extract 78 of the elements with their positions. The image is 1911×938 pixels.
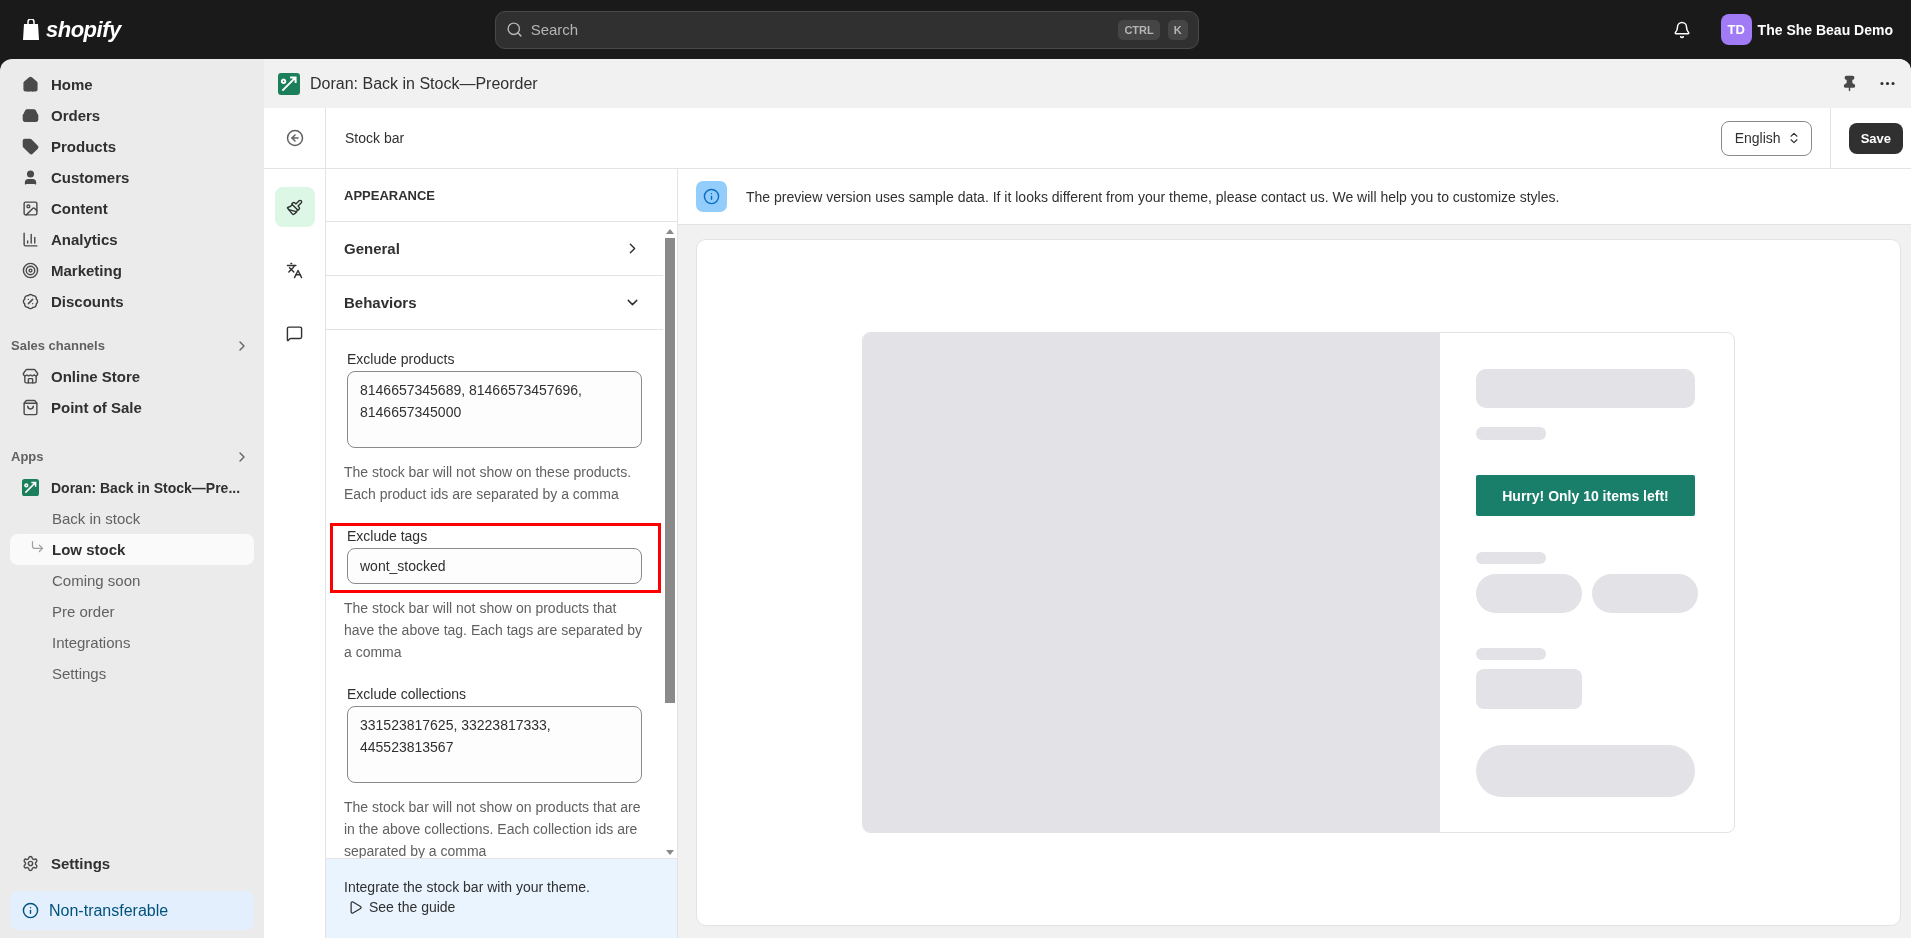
page-title: Stock bar [345, 130, 405, 146]
guide-link[interactable]: See the guide [348, 899, 659, 915]
sidebar-subitem[interactable]: Coming soon [10, 565, 254, 596]
home-icon [22, 76, 39, 93]
app-title: Doran: Back in Stock—Preorder [310, 74, 538, 93]
section-title[interactable]: Apps [11, 449, 44, 464]
bar-chart-icon [22, 231, 39, 248]
panel-heading: APPEARANCE [326, 169, 677, 222]
sidebar-item[interactable]: Online Store [10, 361, 254, 392]
language-select[interactable]: English [1720, 120, 1812, 156]
save-button[interactable]: Save [1848, 122, 1903, 154]
scroll-down-icon[interactable] [666, 850, 674, 856]
search-placeholder: Search [530, 21, 580, 38]
image-icon [22, 200, 39, 217]
store-icon [22, 368, 39, 385]
accordion-header[interactable]: General [326, 222, 663, 276]
tree-connector-icon [30, 539, 45, 554]
field-label: Exclude collections [347, 686, 468, 702]
sidebar-item[interactable]: Orders [10, 100, 254, 131]
tag-icon [22, 138, 39, 155]
field-label: Exclude products [347, 351, 456, 367]
bell-icon[interactable] [1672, 20, 1691, 39]
sidebar-item[interactable]: Doran: Back in Stock—Pre... [10, 472, 254, 503]
bag-logo-icon [22, 18, 40, 41]
app-logo-icon [22, 479, 39, 496]
help-text: The stock bar will not show on products that have the above tag. Each tags are separated by a comma [344, 599, 644, 662]
input-field[interactable]: wont_stocked [347, 548, 642, 584]
notice-text: Non-transferable [49, 901, 169, 920]
info-icon [696, 181, 727, 212]
sidebar-item[interactable]: Discounts [10, 286, 254, 317]
sidebar-item[interactable]: Content [10, 193, 254, 224]
stock-bar-button[interactable]: Hurry! Only 10 items left! [1476, 475, 1695, 516]
sidebar-subitem[interactable]: Settings [10, 658, 254, 689]
footer-text: Integrate the stock bar with your theme. [344, 879, 591, 895]
back-icon[interactable] [285, 129, 304, 147]
sidebar-item[interactable]: Settings [10, 848, 254, 879]
field-label: Exclude tags [347, 528, 429, 544]
pin-icon[interactable] [1841, 75, 1858, 92]
sidebar-item[interactable]: Home [10, 69, 254, 100]
placeholder-bar [1476, 552, 1546, 564]
sidebar-item[interactable]: Customers [10, 162, 254, 193]
search-field[interactable]: Search CTRL K [494, 10, 1199, 49]
brush-icon [286, 198, 303, 216]
store-name[interactable]: The She Beau Demo [1757, 21, 1893, 38]
text-area[interactable]: 331523817625, 33223817333, 445523813567 [347, 706, 642, 783]
sidebar-item[interactable]: Products [10, 131, 254, 162]
sidebar-item[interactable]: Analytics [10, 224, 254, 255]
section-title[interactable]: Sales channels [11, 338, 105, 353]
inbox-icon [22, 107, 39, 124]
sidebar-subitem[interactable]: Integrations [10, 627, 254, 658]
play-icon [348, 899, 363, 915]
logo-text[interactable]: shopify [46, 16, 121, 43]
placeholder-bar [1476, 648, 1546, 660]
sidebar-item[interactable]: Marketing [10, 255, 254, 286]
sidebar-subitem[interactable]: Low stock [10, 534, 254, 565]
gear-icon [22, 855, 39, 872]
translate-icon [286, 261, 303, 279]
sidebar-subitem[interactable]: Back in stock [10, 503, 254, 534]
percent-badge-icon [22, 293, 39, 310]
rail-tab[interactable] [274, 187, 315, 227]
search-icon [505, 21, 523, 38]
chat-icon [286, 324, 303, 342]
person-icon [22, 169, 39, 186]
help-text: The stock bar will not show on these products. Each product ids are separated by a comma [344, 463, 633, 504]
placeholder-bar [1476, 427, 1546, 440]
accordion-header[interactable]: Behaviors [326, 276, 663, 330]
text-area[interactable]: 8146657345689, 81466573457696, 8146657345000 [347, 371, 642, 448]
target-icon [22, 262, 39, 279]
help-text: The stock bar will not show on products that are in the above collections. Each collection ids are separated by a comma [344, 798, 642, 858]
banner-text: The preview version uses sample data. If it looks different from your theme, please contact us. We will help you to customize styles. [746, 188, 1560, 205]
shortcut-key: CTRL [1118, 19, 1160, 40]
info-icon [22, 902, 39, 919]
scroll-up-icon[interactable] [666, 228, 674, 234]
app-logo-icon [278, 72, 300, 95]
sidebar-subitem[interactable]: Pre order [10, 596, 254, 627]
sidebar-item[interactable]: Point of Sale [10, 392, 254, 423]
shortcut-key: K [1167, 19, 1188, 40]
bag-icon [22, 399, 39, 416]
